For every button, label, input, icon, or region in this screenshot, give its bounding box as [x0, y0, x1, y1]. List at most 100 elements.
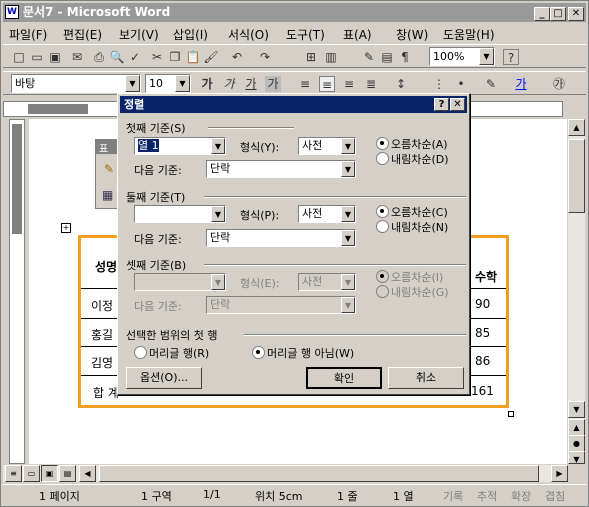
docmap-icon[interactable]: ▤	[379, 49, 395, 65]
status-track[interactable]: 추적	[477, 488, 497, 504]
underline-button[interactable]: 가	[243, 76, 259, 92]
print-icon[interactable]: ⎙	[91, 49, 107, 65]
scroll-left-icon[interactable]: ◀	[79, 465, 96, 482]
new-icon[interactable]: □	[11, 49, 27, 65]
menu-view[interactable]: 보기(V)	[119, 26, 159, 43]
align-center-icon[interactable]: ≡	[319, 76, 335, 92]
save-icon[interactable]: ▣	[47, 49, 63, 65]
menu-edit[interactable]: 편집(E)	[63, 26, 102, 43]
menu-window[interactable]: 창(W)	[396, 26, 428, 43]
status-extend[interactable]: 확장	[511, 488, 531, 504]
columns-icon[interactable]: ▥	[323, 49, 339, 65]
menu-table[interactable]: 표(A)	[343, 26, 372, 43]
line-spacing-icon[interactable]: ↕	[393, 76, 409, 92]
first-type-combo[interactable]: 사전 ▼	[298, 137, 356, 155]
italic-button[interactable]: 가	[221, 76, 237, 92]
draw-table-icon[interactable]: ⊞	[303, 49, 319, 65]
copy-icon[interactable]: ❐	[167, 49, 183, 65]
cancel-button[interactable]: 취소	[388, 367, 464, 389]
scroll-down-icon[interactable]: ▼	[568, 401, 585, 418]
chevron-down-icon[interactable]: ▼	[341, 206, 355, 222]
h-scroll-thumb[interactable]	[99, 465, 539, 482]
spelling-icon[interactable]: ✓	[127, 49, 143, 65]
status-overtype[interactable]: 겹침	[545, 488, 565, 504]
first-desc-radio[interactable]: 내림차순(D)	[376, 151, 449, 167]
normal-view-icon[interactable]: ≡	[5, 465, 22, 482]
insert-table-icon[interactable]: ▦	[102, 188, 113, 202]
dialog-help-button[interactable]: ?	[434, 98, 449, 111]
scroll-up-icon[interactable]: ▲	[568, 119, 585, 136]
justify-icon[interactable]: ≣	[363, 76, 379, 92]
font-color-icon[interactable]: 가	[513, 76, 529, 92]
chevron-down-icon[interactable]: ▼	[479, 48, 494, 65]
align-right-icon[interactable]: ≡	[341, 76, 357, 92]
email-icon[interactable]: ✉	[69, 49, 85, 65]
options-button[interactable]: 옵션(O)...	[126, 367, 202, 389]
menu-insert[interactable]: 삽입(I)	[173, 26, 208, 43]
paste-icon[interactable]: 📋	[185, 49, 201, 65]
zoom-combo[interactable]: 100% ▼	[429, 47, 495, 66]
prev-page-icon[interactable]: ▲	[568, 419, 585, 436]
table-move-handle-icon[interactable]: +	[61, 223, 71, 233]
third-desc-radio[interactable]: 내림차순(G)	[376, 284, 449, 300]
vertical-scrollbar[interactable]: ▲ ▼ ▲ ● ▼	[568, 119, 585, 464]
menu-format[interactable]: 서식(O)	[228, 26, 269, 43]
shade-button[interactable]: 가	[265, 76, 281, 92]
no-header-radio[interactable]: 머리글 행 아님(W)	[252, 345, 354, 361]
vertical-ruler[interactable]	[9, 119, 25, 464]
third-type-combo[interactable]: 사전 ▼	[298, 273, 356, 291]
scroll-right-icon[interactable]: ▶	[551, 465, 568, 482]
chevron-down-icon[interactable]: ▼	[341, 230, 355, 246]
first-then-combo[interactable]: 단락 ▼	[206, 160, 356, 178]
bold-button[interactable]: 가	[199, 76, 215, 92]
undo-icon[interactable]: ↶	[229, 49, 245, 65]
chevron-down-icon[interactable]: ▼	[211, 138, 225, 154]
redo-icon[interactable]: ↷	[257, 49, 273, 65]
third-key-field[interactable]: ▼	[134, 273, 226, 291]
close-button[interactable]: ✕	[568, 7, 584, 21]
menu-tools[interactable]: 도구(T)	[286, 26, 325, 43]
align-left-icon[interactable]: ≡	[297, 76, 313, 92]
phonetic-icon[interactable]: ㉮	[551, 76, 567, 92]
browse-object-icon[interactable]: ●	[568, 435, 585, 452]
open-icon[interactable]: ▭	[29, 49, 45, 65]
numbering-icon[interactable]: ⋮	[431, 76, 447, 92]
minimize-button[interactable]: _	[534, 7, 550, 21]
dialog-close-button[interactable]: ✕	[450, 98, 465, 111]
status-rec[interactable]: 기록	[443, 488, 463, 504]
print-view-icon[interactable]: ▣	[41, 465, 58, 482]
third-then-combo[interactable]: 단락 ▼	[206, 296, 356, 314]
menu-help[interactable]: 도움말(H)	[443, 26, 495, 43]
cut-icon[interactable]: ✂	[149, 49, 165, 65]
chevron-down-icon[interactable]: ▼	[341, 274, 355, 290]
maximize-button[interactable]: □	[550, 7, 566, 21]
first-key-field[interactable]: 열 1 ▼	[134, 137, 226, 155]
ok-button[interactable]: 확인	[306, 367, 382, 389]
chevron-down-icon[interactable]: ▼	[125, 75, 140, 92]
pencil-icon[interactable]: ✎	[104, 162, 114, 176]
preview-icon[interactable]: 🔍	[109, 49, 125, 65]
help-icon[interactable]: ?	[503, 49, 519, 65]
bullets-icon[interactable]: •	[453, 76, 469, 92]
scroll-thumb[interactable]	[568, 139, 585, 213]
chevron-down-icon[interactable]: ▼	[211, 206, 225, 222]
word-app-icon[interactable]: W	[5, 5, 19, 19]
chevron-down-icon[interactable]: ▼	[341, 161, 355, 177]
show-hide-icon[interactable]: ¶	[397, 49, 413, 65]
third-asc-radio[interactable]: 오름차순(I)	[376, 269, 443, 285]
second-asc-radio[interactable]: 오름차순(C)	[376, 204, 448, 220]
chevron-down-icon[interactable]: ▼	[341, 297, 355, 313]
second-desc-radio[interactable]: 내림차순(N)	[376, 219, 448, 235]
chevron-down-icon[interactable]: ▼	[211, 274, 225, 290]
format-painter-icon[interactable]: 🖌	[203, 49, 219, 65]
drawing-icon[interactable]: ✎	[361, 49, 377, 65]
chevron-down-icon[interactable]: ▼	[175, 75, 190, 92]
second-key-field[interactable]: ▼	[134, 205, 226, 223]
has-header-radio[interactable]: 머리글 행(R)	[134, 345, 209, 361]
highlight-icon[interactable]: ✎	[483, 76, 499, 92]
second-then-combo[interactable]: 단락 ▼	[206, 229, 356, 247]
next-page-icon[interactable]: ▼	[568, 451, 585, 464]
size-combo[interactable]: 10 ▼	[145, 74, 191, 93]
font-combo[interactable]: 바탕 ▼	[11, 74, 141, 93]
second-type-combo[interactable]: 사전 ▼	[298, 205, 356, 223]
